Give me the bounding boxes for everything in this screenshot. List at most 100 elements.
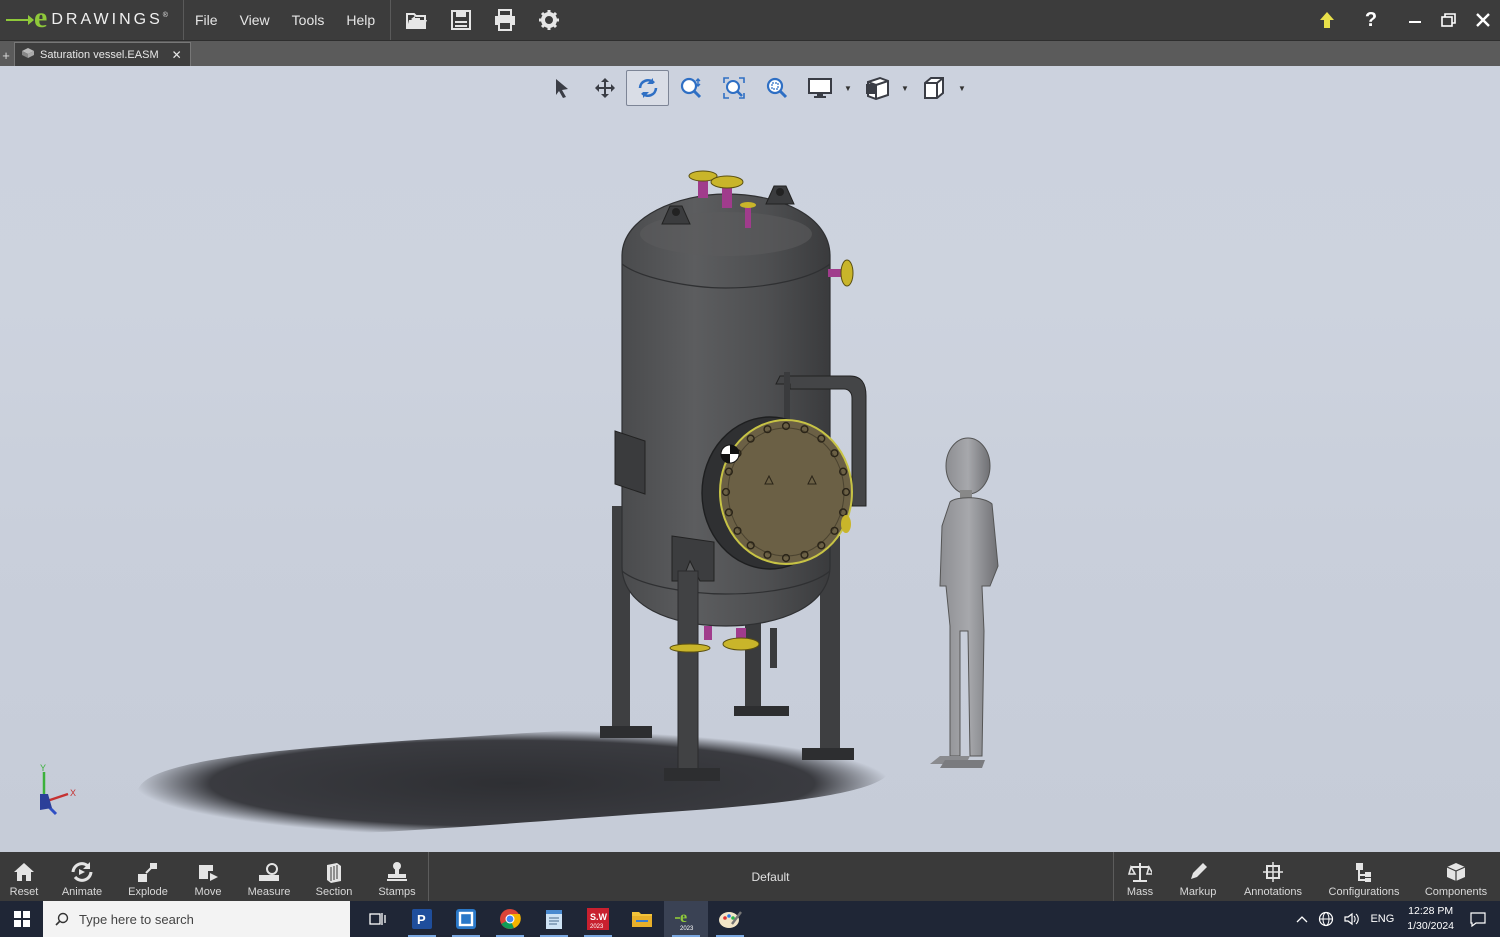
vessel-leg-front [677, 570, 699, 772]
search-icon [55, 912, 69, 926]
solidworks-icon[interactable]: S.W 2023 [576, 901, 620, 937]
windows-logo-icon [13, 911, 30, 927]
menu-tools[interactable]: Tools [281, 12, 336, 28]
axis-triad: Y X [30, 763, 84, 825]
view-orientation-dropdown[interactable]: ▼ [898, 70, 912, 106]
view-toolbar: ▼ ▼ ▼ [540, 70, 969, 106]
markup-button[interactable]: Markup [1166, 852, 1230, 901]
zoom-fit-icon[interactable] [712, 70, 755, 106]
rotate-icon[interactable] [626, 70, 669, 106]
stamps-label: Stamps [378, 886, 416, 898]
display-style-icon[interactable] [798, 70, 841, 106]
print-icon[interactable] [485, 0, 525, 40]
file-explorer-icon[interactable] [620, 901, 664, 937]
reset-button[interactable]: Reset [0, 852, 48, 901]
components-button[interactable]: Components [1412, 852, 1500, 901]
measure-label: Measure [247, 886, 291, 898]
svg-text:e: e [680, 909, 687, 926]
chrome-icon[interactable] [488, 901, 532, 937]
ground-shadow [134, 729, 890, 837]
task-view-icon[interactable] [356, 901, 400, 937]
pencil-icon [1191, 863, 1207, 879]
measure-icon [259, 863, 279, 881]
zoom-area-icon[interactable] [755, 70, 798, 106]
close-button[interactable] [1466, 0, 1500, 40]
components-icon [1446, 863, 1466, 881]
restore-button[interactable] [1432, 0, 1466, 40]
leg-foot [600, 726, 652, 738]
scale-balance-icon [1128, 863, 1152, 882]
assembly-icon [21, 47, 35, 62]
bottom-toolbar: Reset Animate Explode Move Measure Secti… [0, 852, 1500, 901]
notification-center-icon[interactable] [1462, 911, 1500, 927]
move-component-icon [199, 865, 218, 881]
help-question-icon[interactable]: ? [1354, 0, 1388, 40]
zoom-icon[interactable] [669, 70, 712, 106]
minimize-button[interactable] [1398, 0, 1432, 40]
tab-close-icon[interactable]: ✕ [172, 48, 182, 62]
menu-view[interactable]: View [229, 12, 281, 28]
mass-label: Mass [1126, 886, 1154, 898]
annotations-icon [1263, 862, 1283, 882]
menu-help[interactable]: Help [335, 12, 386, 28]
measure-button[interactable]: Measure [236, 852, 302, 901]
section-button[interactable]: Section [302, 852, 366, 901]
save-icon[interactable] [441, 0, 481, 40]
pan-icon[interactable] [583, 70, 626, 106]
configurations-button[interactable]: Configurations [1316, 852, 1412, 901]
view-cube-dropdown[interactable]: ▼ [955, 70, 969, 106]
stamp-icon [387, 862, 407, 881]
explode-label: Explode [128, 886, 168, 898]
clock-date: 1/30/2024 [1407, 920, 1454, 932]
edrawings-version-badge: 2023 [680, 926, 694, 931]
show-hidden-icons-chevron-icon[interactable] [1291, 915, 1313, 923]
settings-gear-icon[interactable] [529, 0, 569, 40]
explode-button[interactable]: Explode [116, 852, 180, 901]
triad-x-label: X [70, 788, 76, 798]
open-folder-icon[interactable] [397, 0, 437, 40]
select-icon[interactable] [540, 70, 583, 106]
menu-bar: File View Tools Help [184, 0, 386, 40]
taskbar-apps: P S.W 2023 e 2023 [356, 901, 752, 937]
system-clock[interactable]: 12:28 PM 1/30/2024 [1399, 904, 1462, 934]
annotations-button[interactable]: Annotations [1230, 852, 1316, 901]
model-scene [134, 170, 999, 837]
windows-start-button[interactable] [0, 901, 43, 937]
window-controls: ? [1310, 0, 1500, 40]
3d-viewport[interactable]: ▼ ▼ ▼ Y X [0, 66, 1500, 852]
home-icon [14, 863, 34, 881]
reset-label: Reset [9, 886, 39, 898]
document-tab[interactable]: Saturation vessel.EASM ✕ [14, 42, 191, 66]
animate-button[interactable]: Animate [48, 852, 116, 901]
volume-speaker-icon[interactable] [1339, 912, 1365, 926]
language-indicator[interactable]: ENG [1365, 913, 1399, 925]
clock-time: 12:28 PM [1408, 905, 1454, 917]
bottom-toolbar-right: Mass Markup Annotations Configurations C… [1113, 852, 1500, 901]
add-tab-button[interactable]: + [0, 44, 12, 66]
system-tray: ENG 12:28 PM 1/30/2024 [1291, 901, 1500, 937]
windows-taskbar: Type here to search P S.W 2023 e 2023 EN… [0, 901, 1500, 937]
display-style-dropdown[interactable]: ▼ [841, 70, 855, 106]
move-button[interactable]: Move [180, 852, 236, 901]
upload-arrow-icon[interactable] [1310, 0, 1344, 40]
view-orientation-icon[interactable] [855, 70, 898, 106]
logo-text: DRAWINGS [51, 11, 163, 28]
cortana-app-icon[interactable] [444, 901, 488, 937]
view-cube-icon[interactable] [912, 70, 955, 106]
bottom-toolbar-left: Reset Animate Explode Move Measure Secti… [0, 852, 429, 901]
configurations-label: Configurations [1328, 886, 1400, 898]
stamps-button[interactable]: Stamps [366, 852, 428, 901]
human-scale-figure [930, 437, 999, 768]
section-label: Section [315, 886, 353, 898]
components-label: Components [1424, 886, 1488, 898]
taskbar-search-box[interactable]: Type here to search [43, 901, 350, 937]
triad-y-label: Y [40, 764, 46, 773]
markup-label: Markup [1179, 886, 1217, 898]
notepad-icon[interactable] [532, 901, 576, 937]
paint-icon[interactable] [708, 901, 752, 937]
mass-button[interactable]: Mass [1114, 852, 1166, 901]
edrawings-icon[interactable]: e 2023 [664, 901, 708, 937]
powerpoint-icon[interactable]: P [400, 901, 444, 937]
menu-file[interactable]: File [184, 12, 229, 28]
network-globe-icon[interactable] [1313, 911, 1339, 927]
